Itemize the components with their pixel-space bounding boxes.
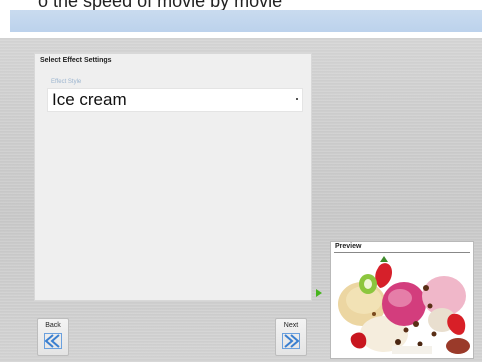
effect-style-label: Effect Style <box>51 79 82 85</box>
effect-style-value: Ice cream <box>52 90 127 109</box>
next-button[interactable]: Next <box>275 318 307 356</box>
preview-divider <box>334 252 470 253</box>
panel-title: Select Effect Settings <box>40 57 112 64</box>
next-label: Next <box>283 322 299 329</box>
header-band <box>10 10 482 32</box>
double-left-arrow-icon <box>44 333 62 349</box>
page-title: o the speed of movie by movie <box>38 0 283 10</box>
ice-cream-preview-image <box>334 254 470 356</box>
preview-title: Preview <box>335 243 362 250</box>
back-label: Back <box>45 322 61 329</box>
top-bar: o the speed of movie by movie <box>0 0 482 38</box>
title-strip: o the speed of movie by movie <box>0 0 482 10</box>
effect-style-select[interactable]: Ice cream <box>47 88 303 112</box>
play-marker-icon <box>316 289 322 297</box>
dropdown-arrow-icon[interactable] <box>296 98 298 100</box>
effect-settings-panel: Select Effect Settings Effect Style Ice … <box>34 53 312 301</box>
back-button[interactable]: Back <box>37 318 69 356</box>
double-right-arrow-icon <box>282 333 300 349</box>
preview-panel: Preview <box>330 241 474 359</box>
